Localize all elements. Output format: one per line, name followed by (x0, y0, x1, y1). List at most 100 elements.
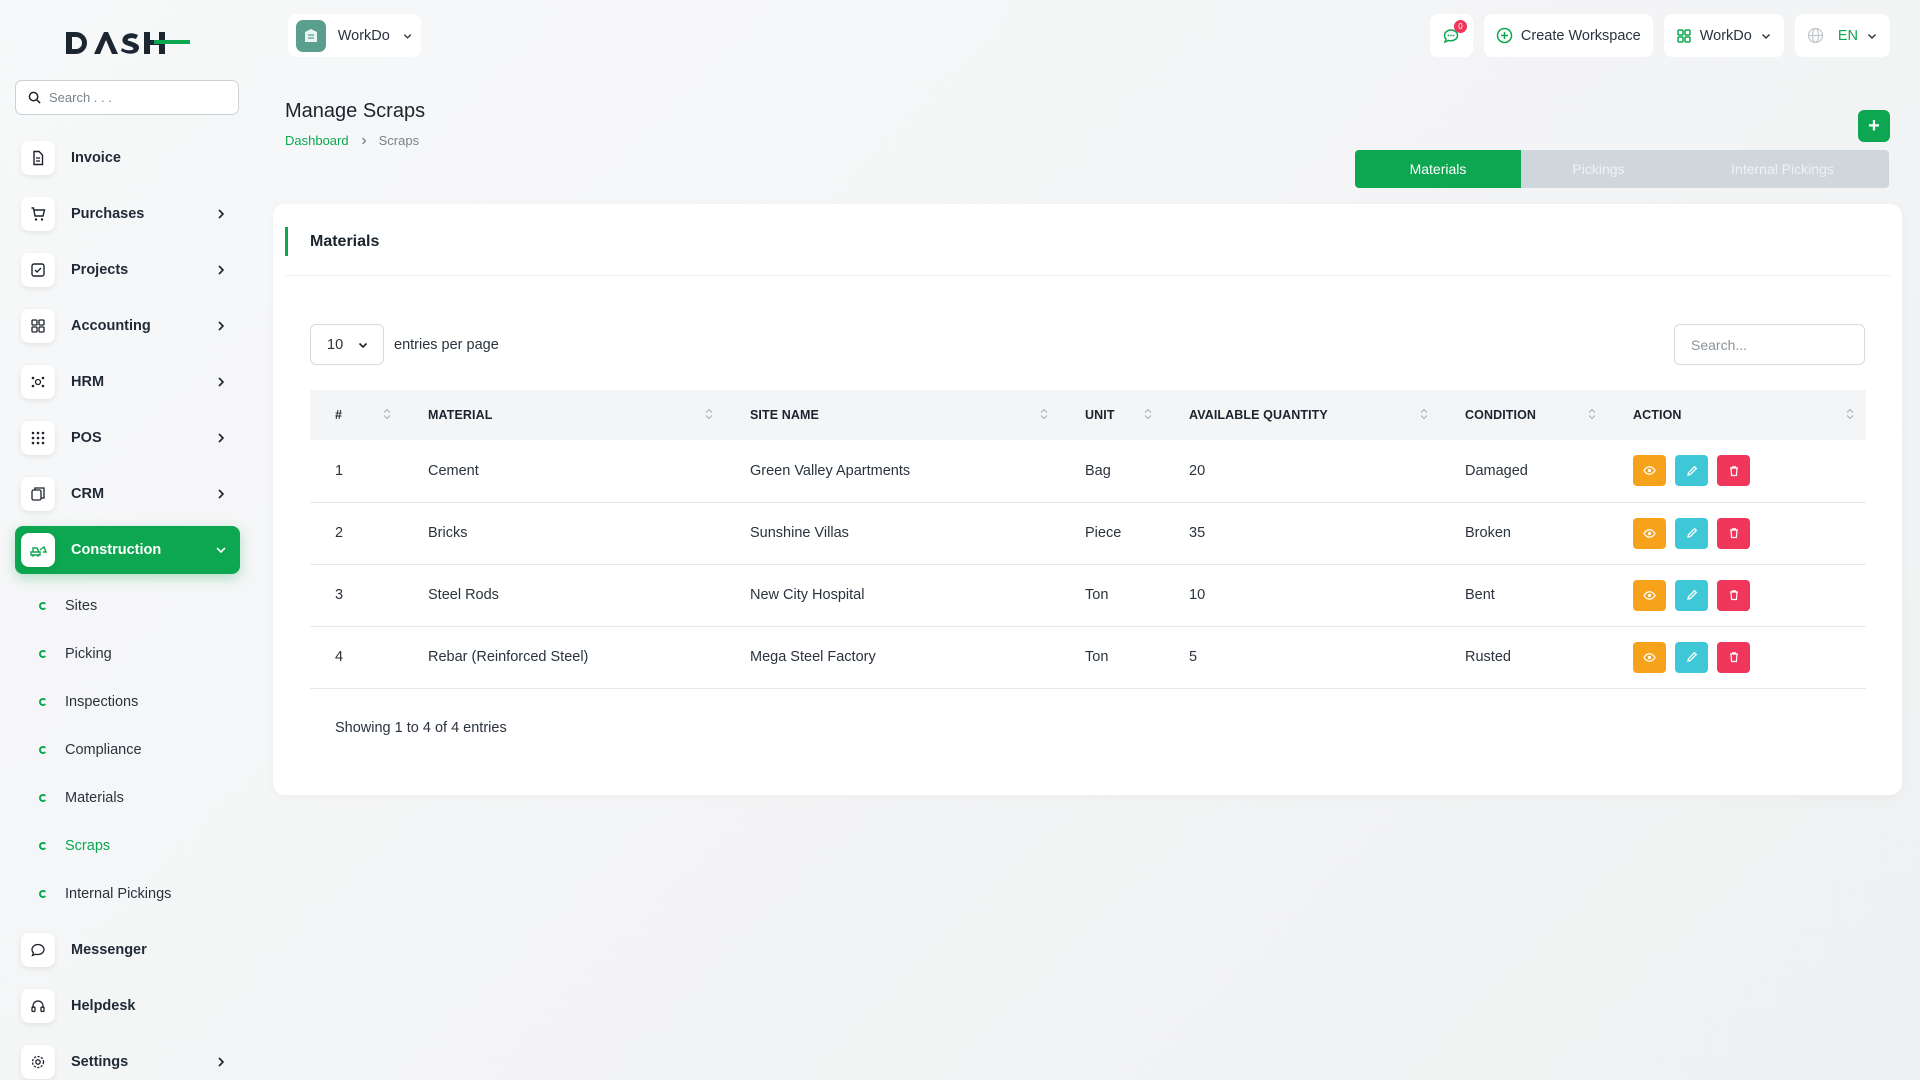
sort-icon (1846, 408, 1854, 420)
language-selector[interactable]: EN (1794, 14, 1890, 57)
sidebar-search-placeholder: Search . . . (49, 90, 112, 105)
view-button[interactable] (1633, 455, 1666, 487)
entries-select[interactable]: 10 (310, 324, 384, 365)
cell-quantity: 20 (1189, 462, 1206, 479)
chevron-right-icon (361, 137, 367, 144)
breadcrumb-dashboard-link[interactable]: Dashboard (285, 133, 349, 148)
cell-unit: Piece (1085, 525, 1122, 541)
sidebar-item-label: Helpdesk (71, 998, 136, 1014)
sidebar-item-settings[interactable]: Settings (15, 1038, 240, 1080)
scrap-tabs: Materials Pickings Internal Pickings (1355, 150, 1889, 188)
sidebar-item-label: Construction (71, 542, 162, 558)
delete-button[interactable] (1717, 579, 1750, 611)
sidebar-item-accounting[interactable]: Accounting (15, 302, 240, 350)
dots-grid-icon (21, 421, 55, 455)
dash-logo[interactable] (64, 28, 190, 58)
view-button[interactable] (1633, 579, 1666, 611)
bullet-icon (39, 650, 47, 658)
submenu-item-inspections[interactable]: Inspections (15, 678, 240, 726)
cell-condition: Rusted (1465, 649, 1511, 665)
chevron-down-icon (1868, 33, 1876, 39)
delete-button[interactable] (1717, 641, 1750, 673)
submenu-item-scraps[interactable]: Scraps (15, 822, 240, 870)
submenu-item-sites[interactable]: Sites (15, 582, 240, 630)
edit-button[interactable] (1675, 641, 1708, 673)
submenu-item-materials[interactable]: Materials (15, 774, 240, 822)
cell-condition: Damaged (1465, 462, 1528, 479)
submenu-item-internal-pickings[interactable]: Internal Pickings (15, 870, 240, 918)
bullet-icon (39, 746, 47, 754)
column-header-number[interactable]: # (310, 390, 403, 440)
notification-badge: 0 (1453, 20, 1467, 33)
pencil-icon (1686, 465, 1697, 476)
column-header-available-quantity[interactable]: AVAILABLE QUANTITY (1164, 390, 1440, 440)
sidebar-nav: Invoice Purchases Projects Accounting HR… (15, 134, 240, 1080)
gear-icon (21, 1045, 55, 1079)
edit-button[interactable] (1675, 579, 1708, 611)
chevron-right-icon (218, 209, 225, 219)
sidebar-search-input[interactable]: Search . . . (15, 80, 239, 115)
bullet-icon (39, 794, 47, 802)
sort-icon (1588, 408, 1596, 420)
view-button[interactable] (1633, 641, 1666, 673)
eye-icon (1643, 466, 1656, 476)
cell-unit: Ton (1085, 587, 1109, 603)
accent-bar (285, 227, 288, 256)
workspace-logo-icon (296, 19, 326, 52)
edit-button[interactable] (1675, 517, 1708, 549)
edit-button[interactable] (1675, 455, 1708, 487)
topbar-actions: 0 Create Workspace WorkDo EN (1429, 14, 1890, 57)
add-scrap-button[interactable]: + (1858, 110, 1890, 142)
eye-icon (1643, 652, 1656, 662)
sidebar-item-purchases[interactable]: Purchases (15, 190, 240, 238)
language-label: EN (1837, 27, 1858, 44)
tab-pickings[interactable]: Pickings (1521, 150, 1676, 188)
tab-materials[interactable]: Materials (1355, 150, 1521, 188)
sidebar-item-invoice[interactable]: Invoice (15, 134, 240, 182)
cell-number: 3 (335, 587, 344, 603)
tab-internal-pickings[interactable]: Internal Pickings (1676, 150, 1889, 188)
cell-site-name: Sunshine Villas (750, 525, 849, 541)
sidebar-item-label: Messenger (71, 942, 147, 958)
sidebar-item-hrm[interactable]: HRM (15, 358, 240, 406)
layers-icon (21, 477, 55, 511)
column-header-condition[interactable]: CONDITION (1440, 390, 1608, 440)
column-header-action[interactable]: ACTION (1608, 390, 1866, 440)
sidebar-item-label: Purchases (71, 206, 145, 222)
delete-button[interactable] (1717, 517, 1750, 549)
sidebar-item-crm[interactable]: CRM (15, 470, 240, 518)
view-button[interactable] (1633, 517, 1666, 549)
sidebar-item-helpdesk[interactable]: Helpdesk (15, 982, 240, 1030)
column-header-site-name[interactable]: SITE NAME (725, 390, 1060, 440)
sidebar-item-projects[interactable]: Projects (15, 246, 240, 294)
cell-actions (1608, 564, 1866, 626)
submenu-label: Scraps (65, 838, 111, 854)
submenu-item-picking[interactable]: Picking (15, 630, 240, 678)
workspace-selector[interactable]: WorkDo (288, 14, 421, 57)
sort-icon (1144, 408, 1152, 420)
create-workspace-button[interactable]: Create Workspace (1483, 14, 1653, 57)
sidebar: Search . . . Invoice Purchases Projects … (0, 0, 254, 1080)
workspace-menu-button[interactable]: WorkDo (1663, 14, 1784, 57)
cell-condition: Bent (1465, 587, 1495, 603)
table-row: 2 Bricks Sunshine Villas Piece 35 Broken (310, 502, 1866, 564)
chevron-right-icon (218, 377, 225, 387)
submenu-item-compliance[interactable]: Compliance (15, 726, 240, 774)
column-header-material[interactable]: MATERIAL (403, 390, 725, 440)
bullet-icon (39, 698, 47, 706)
entries-label: entries per page (394, 336, 499, 353)
create-workspace-label: Create Workspace (1520, 27, 1641, 44)
sidebar-item-messenger[interactable]: Messenger (15, 926, 240, 974)
submenu-label: Internal Pickings (65, 886, 172, 902)
sidebar-item-pos[interactable]: POS (15, 414, 240, 462)
delete-button[interactable] (1717, 455, 1750, 487)
construction-submenu: Sites Picking Inspections Compliance Mat… (15, 582, 240, 918)
cell-quantity: 10 (1189, 587, 1206, 603)
table-search-input[interactable]: Search... (1674, 324, 1865, 365)
sidebar-item-construction[interactable]: Construction (15, 526, 240, 574)
cell-number: 2 (335, 525, 344, 541)
trash-icon (1729, 652, 1738, 663)
column-header-unit[interactable]: UNIT (1060, 390, 1164, 440)
bullet-icon (39, 842, 47, 850)
messages-button[interactable]: 0 (1429, 14, 1473, 57)
